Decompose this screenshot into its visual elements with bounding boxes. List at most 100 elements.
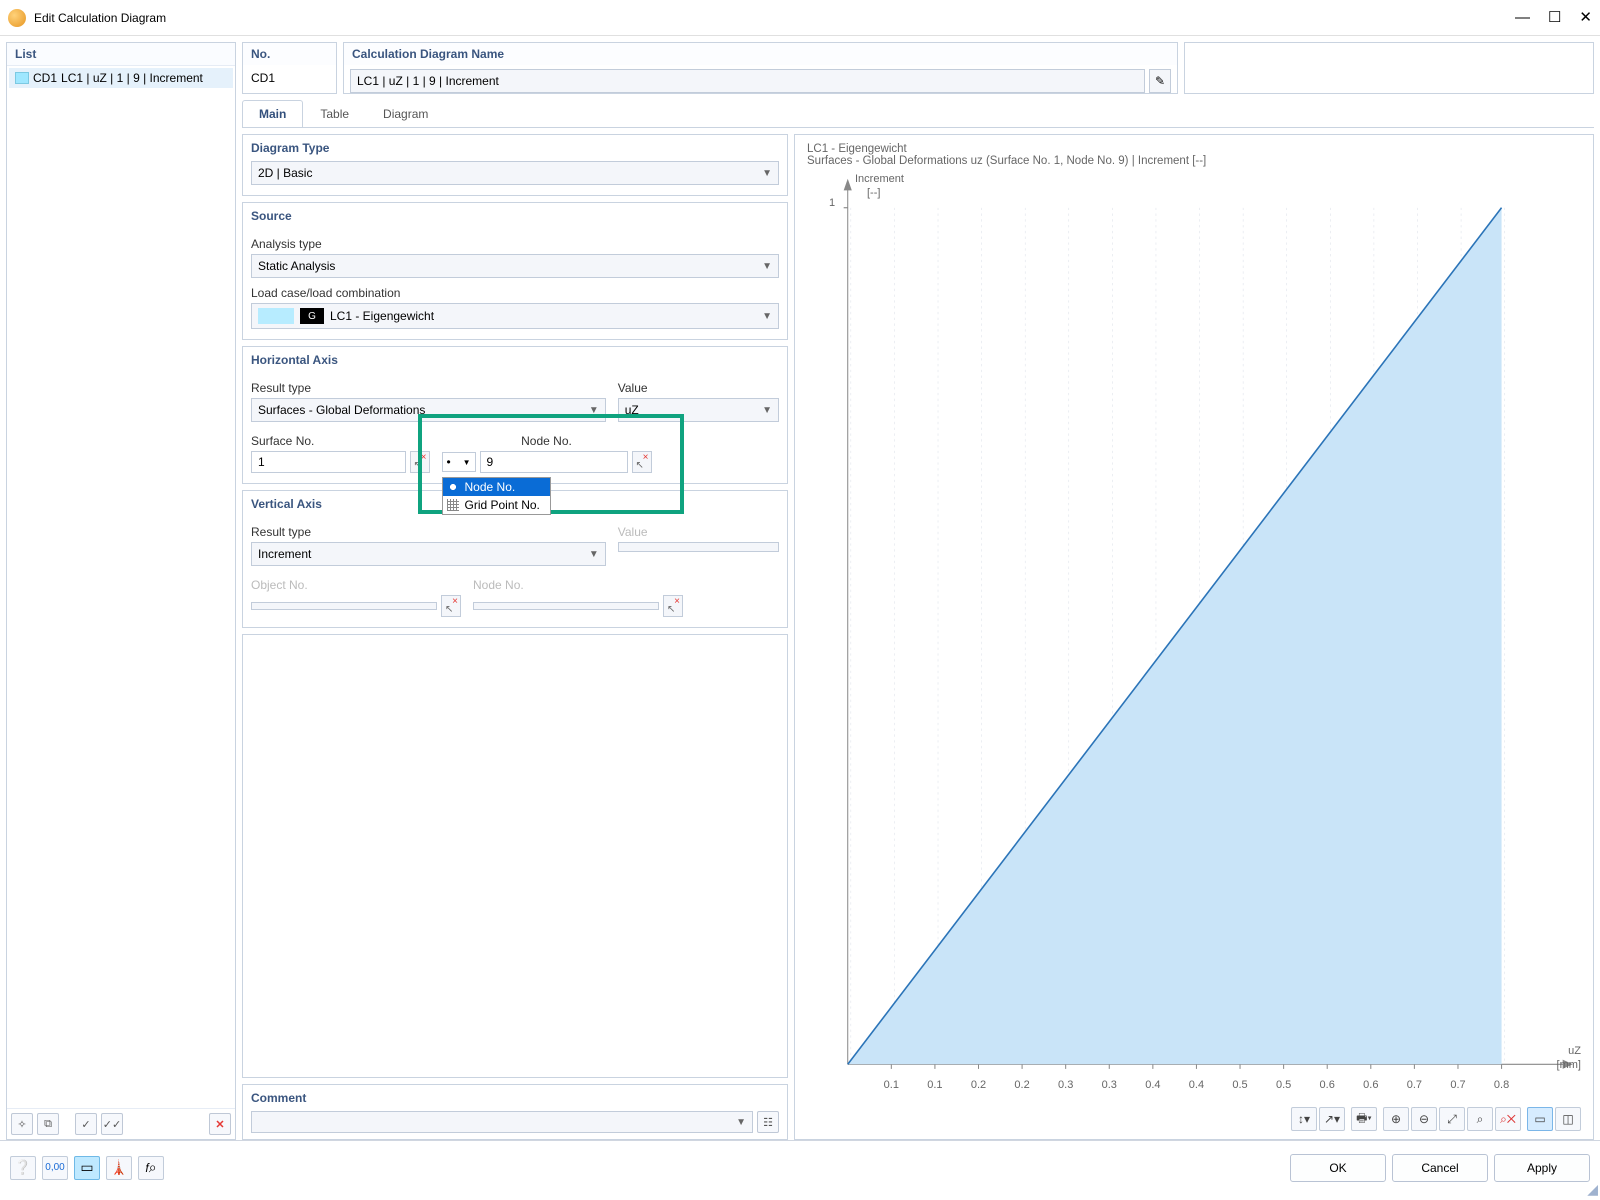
chart-svg	[807, 173, 1581, 1099]
analysis-type-label: Analysis type	[251, 237, 779, 251]
y-tick-1: 1	[829, 197, 835, 209]
h-value-value: uZ	[625, 403, 639, 417]
window-title: Edit Calculation Diagram	[34, 11, 1515, 25]
model-button[interactable]: 🗼	[106, 1156, 132, 1180]
load-case-swatch	[258, 308, 294, 324]
zoom-region-button[interactable]: ⌕	[1467, 1107, 1493, 1131]
close-button[interactable]: ✕	[1579, 10, 1592, 25]
chevron-down-icon: ▼	[463, 458, 471, 467]
node-kind-select[interactable]: • ▼	[442, 452, 476, 472]
v-result-type-select[interactable]: Increment ▼	[251, 542, 606, 566]
zoom-in-button[interactable]: ⊕	[1383, 1107, 1409, 1131]
x-tick-label: 0.2	[1014, 1079, 1029, 1091]
right-pane: No. CD1 Calculation Diagram Name LC1 | u…	[242, 42, 1594, 1140]
surface-no-input[interactable]: 1	[251, 451, 406, 473]
list-copy-button[interactable]: ⧉	[37, 1113, 59, 1135]
node-no-label: Node No.	[442, 434, 652, 448]
name-header: Calculation Diagram Name	[344, 43, 1177, 65]
chevron-down-icon: ▼	[589, 549, 599, 560]
zoom-fit-button[interactable]: ⤢	[1439, 1107, 1465, 1131]
list-checkall-button[interactable]: ✓✓	[101, 1113, 123, 1135]
dropdown-option-node-no[interactable]: Node No.	[443, 478, 550, 496]
view-mode-1[interactable]: ▭	[1527, 1107, 1553, 1131]
h-result-type-label: Result type	[251, 381, 606, 395]
x-tick-label: 0.7	[1450, 1079, 1465, 1091]
diagram-type-value: 2D | Basic	[258, 166, 312, 180]
v-node-no-label: Node No.	[473, 578, 683, 592]
chevron-down-icon: ▼	[736, 1117, 746, 1128]
axis-tool-2[interactable]: ↗▾	[1319, 1107, 1345, 1131]
node-no-input[interactable]: 9	[480, 451, 628, 473]
top-row: No. CD1 Calculation Diagram Name LC1 | u…	[242, 42, 1594, 94]
v-node-no-pick-button	[663, 595, 683, 617]
load-case-label: Load case/load combination	[251, 286, 779, 300]
node-kind-dropdown: Node No. Grid Point No.	[442, 477, 551, 515]
diagram-type-select[interactable]: 2D | Basic ▼	[251, 161, 779, 185]
chart-column: LC1 - Eigengewicht Surfaces - Global Def…	[794, 134, 1594, 1140]
list-item-swatch	[15, 72, 29, 84]
help-button[interactable]: ❔	[10, 1156, 36, 1180]
minimize-button[interactable]: —	[1515, 10, 1530, 25]
grid-point-icon	[447, 499, 459, 511]
cancel-button[interactable]: Cancel	[1392, 1154, 1488, 1182]
tab-main[interactable]: Main	[242, 100, 303, 127]
comment-edit-button[interactable]: ☷	[757, 1111, 779, 1133]
v-value-select	[618, 542, 779, 552]
resize-grip[interactable]: ◢	[1587, 1181, 1598, 1198]
chevron-down-icon: ▼	[762, 311, 772, 322]
section-comment: Comment ▼ ☷	[242, 1084, 788, 1140]
source-title: Source	[251, 209, 779, 229]
left-pane: List CD1 LC1 | uZ | 1 | 9 | Increment ✧ …	[6, 42, 236, 1140]
no-box: No. CD1	[242, 42, 337, 94]
load-case-value: LC1 - Eigengewicht	[330, 309, 434, 323]
view-toggle-button[interactable]: ▭	[74, 1156, 100, 1180]
edit-name-button[interactable]: ✎	[1149, 69, 1171, 93]
object-no-pick-button	[441, 595, 461, 617]
section-empty	[242, 634, 788, 1078]
script-button[interactable]: f⌕	[138, 1156, 164, 1180]
node-no-pick-button[interactable]	[632, 451, 652, 473]
dropdown-option-grid-point[interactable]: Grid Point No.	[443, 496, 550, 514]
load-case-badge: G	[300, 308, 324, 324]
axis-tool-1[interactable]: ↕▾	[1291, 1107, 1317, 1131]
apply-button[interactable]: Apply	[1494, 1154, 1590, 1182]
load-case-content: G LC1 - Eigengewicht	[258, 308, 434, 324]
dropdown-option-label: Grid Point No.	[465, 498, 540, 512]
load-case-select[interactable]: G LC1 - Eigengewicht ▼	[251, 303, 779, 329]
chart-area: Increment [--] 1 uZ [mm] 0.10.10.20.20.3…	[807, 173, 1581, 1099]
tab-table[interactable]: Table	[303, 100, 366, 127]
list-item[interactable]: CD1 LC1 | uZ | 1 | 9 | Increment	[9, 68, 233, 88]
surface-no-pick-button[interactable]	[410, 451, 430, 473]
x-tick-label: 0.6	[1320, 1079, 1335, 1091]
no-header: No.	[243, 43, 336, 65]
analysis-type-select[interactable]: Static Analysis ▼	[251, 254, 779, 278]
h-value-select[interactable]: uZ ▼	[618, 398, 779, 422]
x-tick-label: 0.3	[1102, 1079, 1117, 1091]
zoom-reset-button[interactable]: ⌕✕	[1495, 1107, 1521, 1131]
chevron-down-icon: ▼	[762, 261, 772, 272]
section-diagram-type: Diagram Type 2D | Basic ▼	[242, 134, 788, 196]
h-result-type-select[interactable]: Surfaces - Global Deformations ▼	[251, 398, 606, 422]
units-button[interactable]: 0,00	[42, 1156, 68, 1180]
no-value: CD1	[243, 65, 336, 91]
tab-diagram[interactable]: Diagram	[366, 100, 445, 127]
x-axis-label: uZ	[1568, 1045, 1581, 1057]
zoom-out-button[interactable]: ⊖	[1411, 1107, 1437, 1131]
comment-select[interactable]: ▼	[251, 1111, 753, 1133]
node-point-icon	[447, 481, 459, 493]
view-mode-2[interactable]: ◫	[1555, 1107, 1581, 1131]
list-delete-button[interactable]: ✕	[209, 1113, 231, 1135]
ok-button[interactable]: OK	[1290, 1154, 1386, 1182]
x-tick-label: 0.5	[1276, 1079, 1291, 1091]
x-tick-label: 0.5	[1232, 1079, 1247, 1091]
x-tick-label: 0.4	[1189, 1079, 1204, 1091]
print-button[interactable]: 🖶▾	[1351, 1107, 1377, 1131]
maximize-button[interactable]: ☐	[1548, 10, 1561, 25]
v-result-type-value: Increment	[258, 547, 311, 561]
x-tick-row: 0.10.10.20.20.30.30.40.40.50.50.60.60.70…	[807, 1079, 1581, 1093]
y-axis-unit: [--]	[867, 187, 880, 199]
list-new-button[interactable]: ✧	[11, 1113, 33, 1135]
list-check-button[interactable]: ✓	[75, 1113, 97, 1135]
name-input[interactable]: LC1 | uZ | 1 | 9 | Increment	[350, 69, 1145, 93]
chart-header-1: LC1 - Eigengewicht	[807, 143, 1581, 155]
